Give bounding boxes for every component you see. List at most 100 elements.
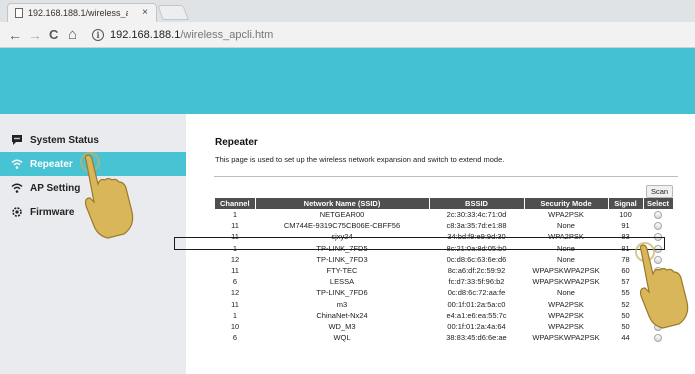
select-radio[interactable] [654, 300, 662, 309]
cell-security: None [557, 221, 575, 231]
cell-channel: 6 [232, 277, 238, 287]
cell-signal: 50 [621, 310, 630, 320]
sidebar-item-firmware[interactable]: Firmware [0, 200, 186, 224]
cell-select [643, 265, 673, 276]
cell-signal: 52 [621, 299, 630, 309]
cell-security: WPA2PSK [548, 232, 584, 242]
wifi-icon [11, 183, 23, 193]
cell-signal: 81 [621, 243, 630, 253]
cell-bssid: 34:bd:f9:e9:9d:30 [447, 232, 506, 242]
cell-channel: 12 [230, 254, 240, 264]
sidebar-item-label: Firmware [30, 206, 75, 218]
tab-title: 192.168.188.1/wireless_a [28, 8, 128, 18]
table-row[interactable]: 6 LESSA fc:d7:33:5f:96:b2 WPAPSKWPA2PSK 57 [215, 276, 673, 287]
cell-signal: 78 [621, 254, 630, 264]
sidebar-item-system-status[interactable]: System Status [0, 128, 186, 152]
select-radio[interactable] [654, 211, 662, 220]
scan-button[interactable]: Scan [646, 185, 673, 198]
cell-ssid: WQL [333, 333, 351, 343]
table-row[interactable]: 1 ChinaNet-Nx24 e4:a1:e6:ea:55:7c WPA2PSK 50 [215, 310, 673, 321]
table-row[interactable]: 1 NETGEAR00 2c:30:33:4c:71:0d WPA2PSK 100 [215, 209, 673, 220]
cell-select [643, 254, 673, 265]
url-field[interactable]: i 192.168.188.1 /wireless_apcli.htm [92, 26, 273, 44]
info-icon[interactable]: i [92, 29, 104, 41]
table-row[interactable]: 11 CM744E-9319C75CB06E-CBFF56 c8:3a:35:7d:… [215, 220, 673, 231]
cell-ssid: TP-LINK_7FD6 [316, 288, 368, 298]
url-path: /wireless_apcli.htm [180, 29, 274, 41]
cell-security: None [557, 243, 575, 253]
select-radio[interactable] [654, 267, 662, 276]
cell-channel: 11 [231, 232, 239, 242]
select-radio[interactable] [654, 255, 662, 264]
cell-select [643, 209, 673, 220]
cell-select [643, 332, 673, 343]
new-tab-button[interactable] [157, 5, 189, 20]
cell-bssid: 0c:d8:6c:72:aa:fe [447, 288, 506, 298]
cell-channel: 11 [231, 266, 239, 276]
table-row[interactable]: 10 WD_M3 00:1f:01:2a:4a:64 WPA2PSK 50 [215, 321, 673, 332]
reload-icon[interactable]: C [49, 26, 58, 44]
page-description: This page is used to set up the wireless… [215, 155, 505, 164]
cell-security: WPA2PSK [548, 210, 584, 220]
column-header-ssid: Network Name (SSID) [255, 198, 430, 209]
column-header-security: Security Mode [524, 198, 609, 209]
cell-bssid: 2c:30:33:4c:71:0d [446, 210, 507, 220]
chat-icon [12, 135, 22, 145]
cell-security: WPAPSKWPA2PSK [532, 333, 600, 343]
divider [214, 176, 678, 177]
cell-ssid: FTY-TEC [326, 266, 358, 276]
cell-signal: 83 [621, 232, 630, 242]
table-row[interactable]: 12 TP-LINK_7FD6 0c:d8:6c:72:aa:fe None 55 [215, 287, 673, 298]
table-row[interactable]: 11 FTY-TEC 8c:a6:df:2c:59:92 WPAPSKWPA2PSK 6… [215, 265, 673, 276]
forward-icon[interactable]: → [28, 26, 42, 44]
network-table: Channel Network Name (SSID) BSSID Securi… [215, 198, 674, 343]
cell-security: WPA2PSK [548, 310, 584, 320]
cell-security: WPAPSKWPA2PSK [532, 277, 600, 287]
cell-bssid: c8:3a:35:7d:e1:88 [446, 221, 507, 231]
select-radio[interactable] [654, 289, 662, 298]
sidebar-item-label: System Status [30, 134, 99, 146]
cell-channel: 1 [232, 210, 238, 220]
cell-channel: 6 [232, 333, 238, 343]
cell-channel: 1 [232, 243, 238, 253]
cell-bssid: e4:a1:e6:ea:55:7c [446, 310, 507, 320]
select-radio[interactable] [654, 222, 662, 231]
cell-select [643, 220, 673, 231]
table-row[interactable]: 1 TP-LINK_7FD5 8c:21:0a:8d:05:b0 None 81 [215, 243, 673, 254]
cell-channel: 11 [231, 221, 239, 231]
gear-icon [12, 207, 22, 217]
cell-security: WPA2PSK [548, 299, 584, 309]
cell-ssid: CM744E-9319C75CB06E-CBFF56 [283, 221, 401, 231]
tab-close-icon[interactable]: × [142, 7, 148, 18]
cell-signal: 60 [621, 266, 630, 276]
column-header-bssid: BSSID [429, 198, 525, 209]
select-radio[interactable] [654, 334, 662, 343]
table-row[interactable]: 12 TP-LINK_7FD3 0c:d8:6c:63:6e:d6 None 78 [215, 254, 673, 265]
column-header-select: Select [643, 198, 674, 209]
select-radio[interactable] [654, 322, 662, 331]
select-radio[interactable] [654, 311, 662, 320]
cell-bssid: 38:83:45:d6:6e:ae [446, 333, 507, 343]
table-row[interactable]: 11 m3 00:1f:01:2a:5a:c0 WPA2PSK 52 [215, 299, 673, 310]
cell-signal: 55 [621, 288, 630, 298]
cell-signal: 44 [621, 333, 630, 343]
select-radio[interactable] [654, 244, 662, 253]
cell-signal: 57 [621, 277, 630, 287]
table-row[interactable]: 6 WQL 38:83:45:d6:6e:ae WPAPSKWPA2PSK 44 [215, 332, 673, 343]
cell-ssid: NETGEAR00 [319, 210, 365, 220]
sidebar-item-label: Repeater [30, 158, 73, 170]
select-radio[interactable] [654, 233, 662, 242]
cell-bssid: 00:1f:01:2a:5a:c0 [447, 299, 506, 309]
cell-bssid: 8c:a6:df:2c:59:92 [447, 266, 506, 276]
home-icon[interactable]: ⌂ [68, 26, 77, 44]
browser-tab[interactable]: 192.168.188.1/wireless_a × [7, 3, 157, 22]
cell-ssid: WD_M3 [328, 321, 356, 331]
cell-ssid: sjxy24 [331, 232, 353, 242]
cell-select [643, 299, 673, 310]
select-radio[interactable] [654, 278, 662, 287]
back-icon[interactable]: ← [8, 26, 22, 44]
sidebar-item-repeater[interactable]: Repeater [0, 152, 186, 176]
cell-ssid: TP-LINK_7FD3 [316, 254, 368, 264]
table-row[interactable]: 11 sjxy24 34:bd:f9:e9:9d:30 WPA2PSK 83 [215, 231, 673, 242]
sidebar-item-ap-setting[interactable]: AP Setting [0, 176, 186, 200]
